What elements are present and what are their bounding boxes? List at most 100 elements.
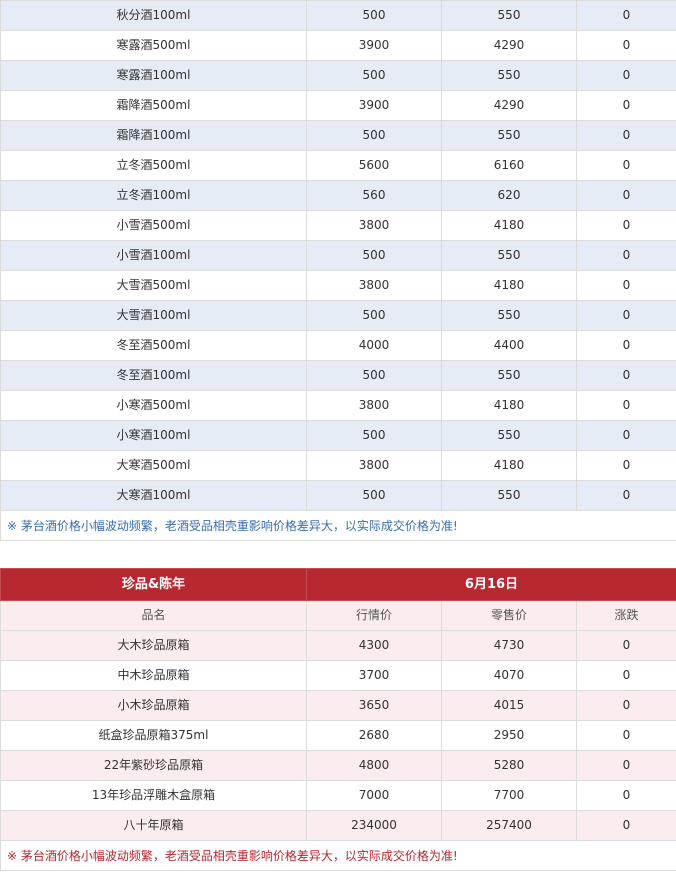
- cell-change: 0: [576, 720, 676, 751]
- cell-market-price: 3800: [306, 210, 442, 241]
- cell-product-name: 大木珍品原箱: [0, 630, 307, 661]
- cell-market-price: 500: [306, 60, 442, 91]
- table-row: 纸盒珍品原箱375ml 2680 2950 0: [0, 720, 676, 751]
- cell-retail-price: 4730: [441, 630, 577, 661]
- table-row: 寒露酒500ml 3900 4290 0: [0, 30, 676, 61]
- section-date: 6月16日: [306, 568, 676, 601]
- cell-market-price: 500: [306, 420, 442, 451]
- cell-retail-price: 550: [441, 300, 577, 331]
- cell-retail-price: 257400: [441, 810, 577, 841]
- price-table-rare-aged: 珍品&陈年 6月16日 品名 行情价 零售价 涨跌 大木珍品原箱 4300 4730…: [0, 568, 676, 841]
- cell-change: 0: [576, 660, 676, 691]
- table-row: 寒露酒100ml 500 550 0: [0, 60, 676, 91]
- cell-market-price: 500: [306, 120, 442, 151]
- cell-retail-price: 4400: [441, 330, 577, 361]
- cell-market-price: 500: [306, 0, 442, 31]
- cell-change: 0: [576, 450, 676, 481]
- cell-market-price: 7000: [306, 780, 442, 811]
- table-row: 小寒酒100ml 500 550 0: [0, 420, 676, 451]
- cell-retail-price: 5280: [441, 750, 577, 781]
- cell-retail-price: 620: [441, 180, 577, 211]
- cell-market-price: 3700: [306, 660, 442, 691]
- cell-change: 0: [576, 60, 676, 91]
- table-row: 立冬酒100ml 560 620 0: [0, 180, 676, 211]
- cell-product-name: 大寒酒500ml: [0, 450, 307, 481]
- cell-retail-price: 4070: [441, 660, 577, 691]
- cell-retail-price: 550: [441, 420, 577, 451]
- table-row: 大寒酒100ml 500 550 0: [0, 480, 676, 511]
- table-row: 中木珍品原箱 3700 4070 0: [0, 660, 676, 691]
- cell-retail-price: 4180: [441, 450, 577, 481]
- cell-change: 0: [576, 180, 676, 211]
- cell-retail-price: 2950: [441, 720, 577, 751]
- cell-retail-price: 550: [441, 360, 577, 391]
- price-table-rare-aged-body: 品名 行情价 零售价 涨跌 大木珍品原箱 4300 4730 0 中木珍品原箱 3700 4…: [0, 600, 676, 841]
- cell-product-name: 小雪酒500ml: [0, 210, 307, 241]
- table-row: 大木珍品原箱 4300 4730 0: [0, 630, 676, 661]
- cell-product-name: 13年珍品浮雕木盒原箱: [0, 780, 307, 811]
- cell-change: 0: [576, 30, 676, 61]
- cell-change: 0: [576, 630, 676, 661]
- cell-product-name: 寒露酒100ml: [0, 60, 307, 91]
- cell-product-name: 霜降酒500ml: [0, 90, 307, 121]
- cell-market-price: 3900: [306, 30, 442, 61]
- price-table-seasonal: 秋分酒100ml 500 550 0 寒露酒500ml 3900 4290 0 寒露酒100ml…: [0, 0, 676, 511]
- column-header-change: 涨跌: [576, 600, 676, 631]
- cell-product-name: 中木珍品原箱: [0, 660, 307, 691]
- cell-product-name: 秋分酒100ml: [0, 0, 307, 31]
- table-row: 大雪酒100ml 500 550 0: [0, 300, 676, 331]
- cell-market-price: 3800: [306, 270, 442, 301]
- cell-product-name: 霜降酒100ml: [0, 120, 307, 151]
- table-row: 冬至酒500ml 4000 4400 0: [0, 330, 676, 361]
- cell-change: 0: [576, 150, 676, 181]
- cell-market-price: 234000: [306, 810, 442, 841]
- column-header-market-price: 行情价: [306, 600, 442, 631]
- cell-market-price: 4300: [306, 630, 442, 661]
- cell-retail-price: 4290: [441, 30, 577, 61]
- cell-retail-price: 4180: [441, 390, 577, 421]
- cell-product-name: 小木珍品原箱: [0, 690, 307, 721]
- section-title: 珍品&陈年: [0, 568, 307, 601]
- cell-market-price: 4000: [306, 330, 442, 361]
- cell-change: 0: [576, 120, 676, 151]
- cell-product-name: 大寒酒100ml: [0, 480, 307, 511]
- cell-change: 0: [576, 270, 676, 301]
- cell-change: 0: [576, 390, 676, 421]
- cell-change: 0: [576, 750, 676, 781]
- cell-retail-price: 550: [441, 0, 577, 31]
- cell-retail-price: 550: [441, 480, 577, 511]
- cell-product-name: 立冬酒100ml: [0, 180, 307, 211]
- cell-retail-price: 550: [441, 120, 577, 151]
- cell-product-name: 小寒酒500ml: [0, 390, 307, 421]
- cell-market-price: 3800: [306, 450, 442, 481]
- cell-change: 0: [576, 690, 676, 721]
- column-header-name: 品名: [0, 600, 307, 631]
- cell-change: 0: [576, 330, 676, 361]
- cell-product-name: 纸盒珍品原箱375ml: [0, 720, 307, 751]
- cell-market-price: 3900: [306, 90, 442, 121]
- cell-change: 0: [576, 810, 676, 841]
- table-row: 13年珍品浮雕木盒原箱 7000 7700 0: [0, 780, 676, 811]
- cell-change: 0: [576, 420, 676, 451]
- table-row: 小木珍品原箱 3650 4015 0: [0, 690, 676, 721]
- table-row: 22年紫砂珍品原箱 4800 5280 0: [0, 750, 676, 781]
- cell-product-name: 大雪酒100ml: [0, 300, 307, 331]
- cell-retail-price: 550: [441, 60, 577, 91]
- table-row: 霜降酒500ml 3900 4290 0: [0, 90, 676, 121]
- cell-product-name: 八十年原箱: [0, 810, 307, 841]
- price-disclaimer-note: ※ 茅台酒价格小幅波动频繁，老酒受品相壳重影响价格差异大，以实际成交价格为准!: [0, 511, 676, 541]
- column-header-row: 品名 行情价 零售价 涨跌: [0, 600, 676, 631]
- table-row: 霜降酒100ml 500 550 0: [0, 120, 676, 151]
- table-row: 小寒酒500ml 3800 4180 0: [0, 390, 676, 421]
- table-header-row: 珍品&陈年 6月16日: [0, 568, 676, 601]
- cell-market-price: 3800: [306, 390, 442, 421]
- cell-market-price: 3650: [306, 690, 442, 721]
- table-row: 大寒酒500ml 3800 4180 0: [0, 450, 676, 481]
- table-row: 大雪酒500ml 3800 4180 0: [0, 270, 676, 301]
- cell-change: 0: [576, 480, 676, 511]
- cell-product-name: 冬至酒100ml: [0, 360, 307, 391]
- cell-market-price: 5600: [306, 150, 442, 181]
- cell-market-price: 2680: [306, 720, 442, 751]
- cell-retail-price: 4180: [441, 210, 577, 241]
- table-row: 八十年原箱 234000 257400 0: [0, 810, 676, 841]
